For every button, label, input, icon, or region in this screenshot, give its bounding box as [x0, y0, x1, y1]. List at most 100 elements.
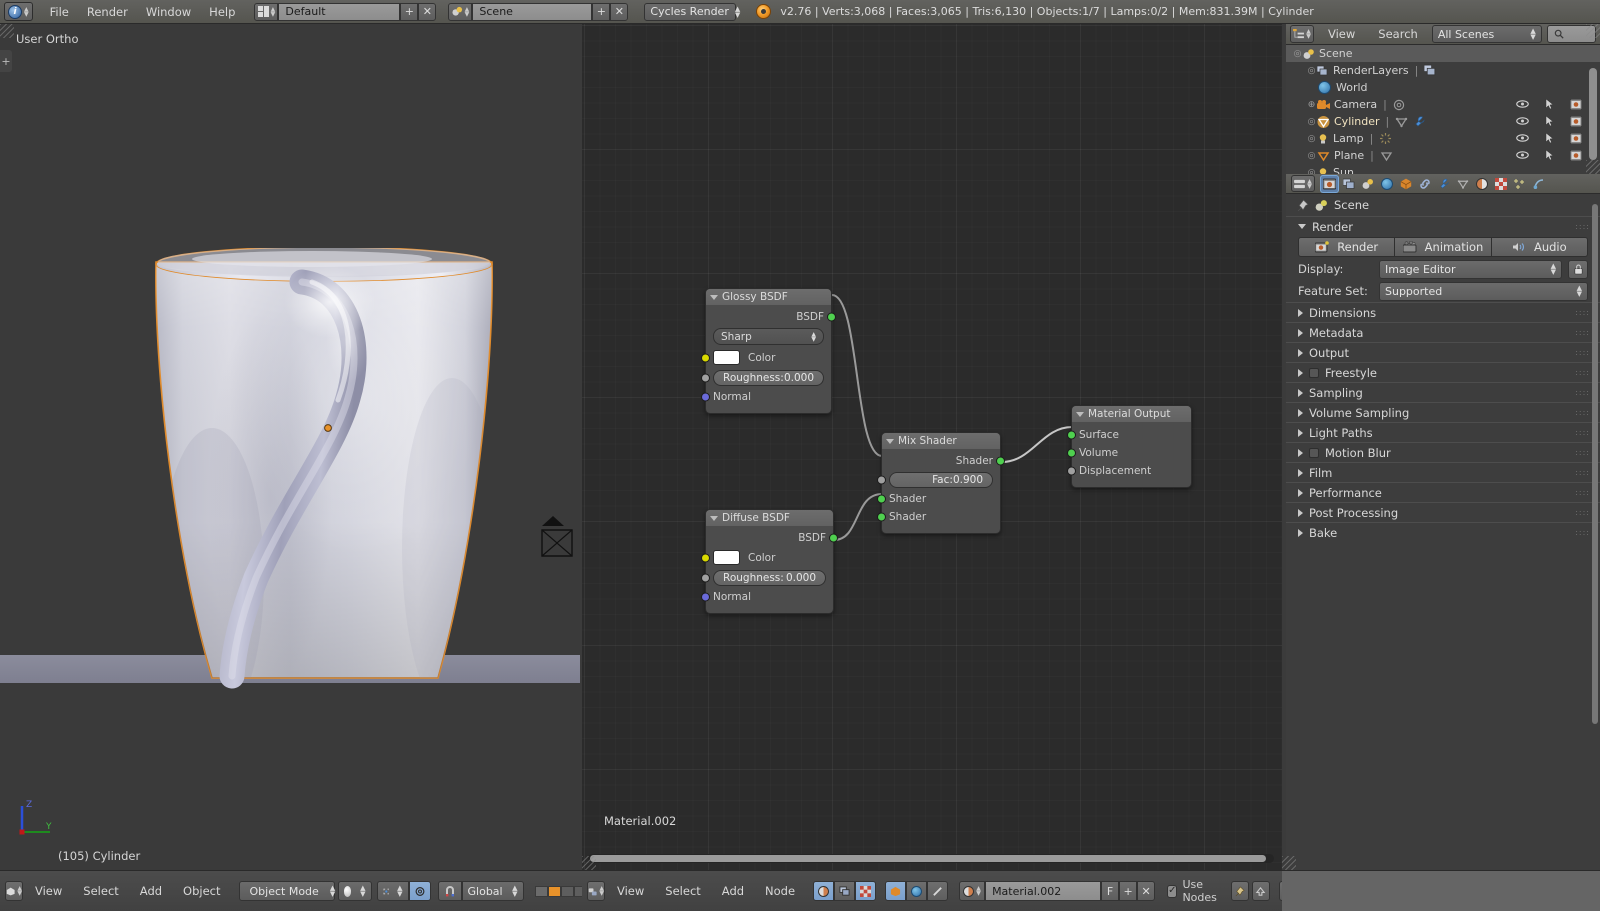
area-corner-handle[interactable] — [1586, 24, 1600, 38]
properties-scrollbar[interactable] — [1592, 204, 1598, 724]
viewport-shading-selector[interactable]: ▲ ▼ — [337, 881, 372, 901]
socket-bsdf-out[interactable] — [827, 312, 836, 322]
layer-cell[interactable] — [547, 885, 561, 897]
node-editor-icon[interactable]: ▲ ▼ — [587, 881, 605, 901]
properties-tab-scene[interactable] — [1359, 176, 1376, 192]
delete-screen-layout-button[interactable]: ✕ — [418, 2, 437, 21]
collapse-triangle-icon[interactable] — [710, 294, 718, 300]
outliner-editor[interactable]: ▲ ▼ View Search All Scenes ▲ ▼ ◎ Scene ◎… — [1286, 24, 1600, 174]
node-header[interactable]: Diffuse BSDF — [706, 510, 833, 526]
delete-scene-button[interactable]: ✕ — [610, 2, 629, 21]
display-mode-dropdown[interactable]: Image Editor ▲ ▼ — [1379, 259, 1562, 279]
camera-render-icon[interactable] — [1570, 133, 1582, 144]
chevron-right-icon[interactable] — [1298, 528, 1303, 537]
panel-header-freestyle[interactable]: Freestyle :::: — [1286, 362, 1600, 382]
node-input-normal[interactable]: Normal — [701, 588, 826, 606]
chevron-right-icon[interactable] — [1298, 388, 1303, 397]
editor-type-selector-info[interactable]: i ▲ ▼ — [4, 2, 33, 21]
scene-icon[interactable]: ▲ ▼ — [448, 2, 473, 21]
panel-header-metadata[interactable]: Metadata :::: — [1286, 322, 1600, 342]
outliner-row-cylinder[interactable]: ◎ Cylinder | — [1286, 113, 1600, 130]
material-shader-icon[interactable] — [813, 881, 835, 901]
properties-tab-particles[interactable] — [1511, 176, 1528, 192]
camera-render-icon[interactable] — [1570, 116, 1582, 127]
motion-blur-checkbox[interactable] — [1309, 447, 1319, 458]
interaction-mode-selector[interactable]: Object Mode ▲ ▼ — [238, 881, 335, 901]
viewport-menu-select[interactable]: Select — [74, 881, 127, 901]
node-output-shader[interactable]: Shader — [889, 452, 1005, 470]
freestyle-checkbox[interactable] — [1309, 367, 1319, 378]
panel-header-light-paths[interactable]: Light Paths :::: — [1286, 422, 1600, 442]
node-output-bsdf[interactable]: BSDF — [713, 529, 838, 547]
distribution-dropdown-row[interactable]: Sharp ▲ ▼ — [713, 326, 824, 347]
modifier-wrench-icon[interactable] — [1413, 115, 1426, 128]
object-icon[interactable] — [885, 881, 907, 901]
area-corner-handle[interactable] — [1282, 856, 1296, 870]
cursor-arrow-icon[interactable] — [1545, 150, 1554, 161]
collapse-toggle-icon[interactable]: ◎ — [1306, 151, 1317, 161]
screen-layout-name[interactable]: Default — [278, 2, 401, 21]
world-icon[interactable] — [906, 881, 928, 901]
pin-icon[interactable] — [1296, 199, 1309, 212]
eye-icon[interactable] — [1516, 116, 1529, 126]
panel-header-film[interactable]: Film :::: — [1286, 462, 1600, 482]
chevron-right-icon[interactable] — [1298, 468, 1303, 477]
material-datablock-name[interactable]: Material.002 — [985, 881, 1102, 901]
properties-tab-modifiers[interactable] — [1435, 176, 1452, 192]
node-menu-view[interactable]: View — [608, 881, 653, 901]
viewport-menu-object[interactable]: Object — [174, 881, 229, 901]
distribution-dropdown[interactable]: Sharp ▲ ▼ — [713, 328, 824, 345]
socket-roughness-in[interactable] — [701, 573, 710, 583]
mesh-data-icon[interactable] — [1380, 150, 1393, 162]
outliner-toggles[interactable] — [1516, 116, 1582, 127]
socket-bsdf-out[interactable] — [829, 533, 838, 543]
pivot-point-selector[interactable]: ▲ ▼ — [376, 881, 409, 901]
cursor-arrow-icon[interactable] — [1545, 99, 1554, 110]
node-editor[interactable]: Glossy BSDF BSDF Sharp ▲ ▼ Color Roughne… — [582, 24, 1282, 870]
outliner-row-renderlayers[interactable]: ◎ RenderLayers | — [1286, 62, 1600, 79]
color-swatch[interactable] — [713, 350, 740, 365]
layer-cell[interactable] — [560, 885, 574, 897]
area-corner-handle[interactable] — [1586, 160, 1600, 174]
node-menu-add[interactable]: Add — [713, 881, 753, 901]
socket-surface-in[interactable] — [1067, 430, 1076, 440]
node-input-normal[interactable]: Normal — [701, 388, 824, 406]
properties-tab-constraints[interactable] — [1416, 176, 1433, 192]
outliner-scrollbar[interactable] — [1589, 68, 1597, 160]
panel-header-bake[interactable]: Bake :::: — [1286, 522, 1600, 542]
socket-shader1-in[interactable] — [877, 494, 886, 504]
outliner-row-world[interactable]: World — [1286, 79, 1600, 96]
properties-tab-render-layers[interactable] — [1340, 176, 1357, 192]
outliner-row-lamp[interactable]: ◎ Lamp | — [1286, 130, 1600, 147]
camera-data-icon[interactable] — [1393, 99, 1406, 111]
node-input-shader-2[interactable]: Shader — [877, 508, 993, 526]
menu-file[interactable]: File — [41, 2, 78, 22]
outliner-menu-view[interactable]: View — [1319, 24, 1364, 44]
lock-icon[interactable] — [1568, 259, 1588, 279]
node-editor-horizontal-scrollbar[interactable] — [588, 854, 1274, 863]
linestyle-icon[interactable] — [927, 881, 949, 901]
outliner-toggles[interactable] — [1516, 99, 1582, 110]
properties-editor[interactable]: ▲ ▼ Scene Render:::: Render Animation A… — [1286, 174, 1600, 870]
snap-magnet-icon[interactable] — [437, 881, 462, 901]
unlink-material-button[interactable]: ✕ — [1137, 881, 1156, 901]
render-engine-selector[interactable]: Cycles Render ▲ ▼ — [644, 2, 740, 21]
eye-icon[interactable] — [1516, 133, 1529, 143]
cylinder-mug-object[interactable] — [138, 248, 493, 691]
toolshelf-toggle-button[interactable]: + — [0, 50, 12, 72]
socket-color-in[interactable] — [701, 353, 710, 362]
panel-header-render[interactable]: Render :::: — [1286, 216, 1600, 236]
properties-tab-render[interactable] — [1321, 175, 1338, 192]
node-input-volume[interactable]: Volume — [1067, 444, 1184, 462]
properties-tab-data[interactable] — [1454, 176, 1471, 192]
socket-color-in[interactable] — [701, 553, 710, 562]
panel-header-sampling[interactable]: Sampling :::: — [1286, 382, 1600, 402]
layer-cell[interactable] — [573, 885, 582, 897]
area-corner-handle[interactable] — [0, 24, 14, 38]
world-shader-icon[interactable] — [834, 881, 856, 901]
eye-icon[interactable] — [1516, 99, 1529, 109]
outliner-display-mode[interactable]: All Scenes ▲ ▼ — [1431, 25, 1542, 43]
panel-header-volume-sampling[interactable]: Volume Sampling :::: — [1286, 402, 1600, 422]
expand-toggle-icon[interactable]: ⊕ — [1306, 100, 1317, 110]
outliner-row-sun[interactable]: ◎ Sun — [1286, 164, 1600, 174]
